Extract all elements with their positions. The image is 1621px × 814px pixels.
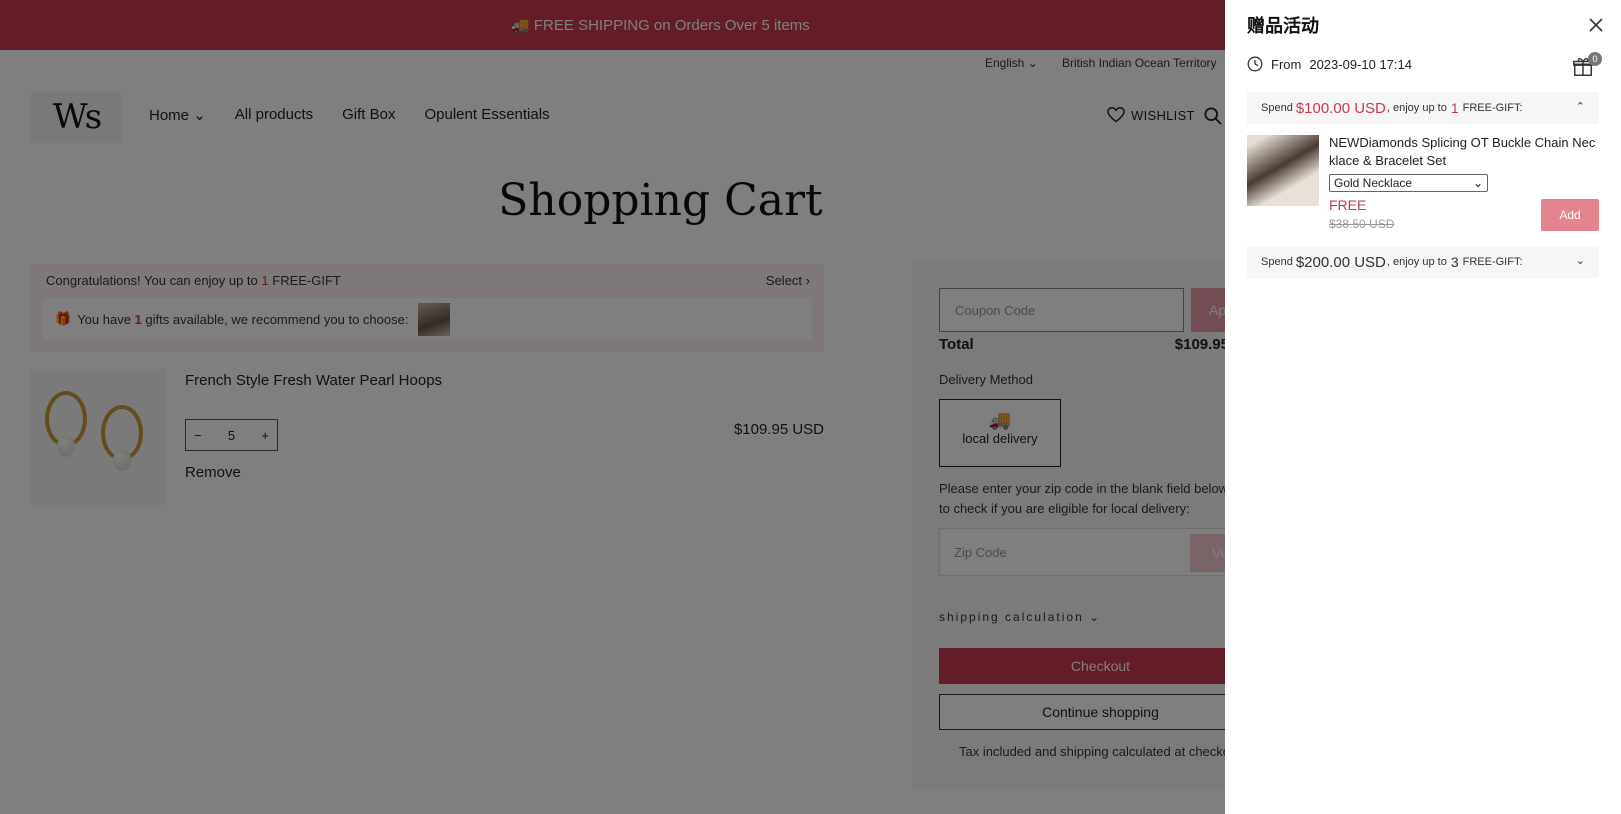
tier-amount: $200.00 USD xyxy=(1295,253,1386,271)
tier-amount: $100.00 USD xyxy=(1295,99,1386,117)
promo-date: 2023-09-10 17:14 xyxy=(1309,56,1412,72)
gift-tier-1[interactable]: Spend $100.00 USD , enjoy up to 1 FREE-G… xyxy=(1247,92,1599,124)
tier-gift-count: 1 xyxy=(1450,100,1459,116)
clock-icon xyxy=(1247,56,1263,72)
gift-tier-2[interactable]: Spend $200.00 USD , enjoy up to 3 FREE-G… xyxy=(1247,246,1599,278)
tier-gift-count: 3 xyxy=(1450,254,1459,270)
gift-free-label: FREE xyxy=(1329,197,1367,213)
close-icon[interactable] xyxy=(1587,16,1605,34)
gift-box-button[interactable]: 0 xyxy=(1572,52,1602,83)
chevron-down-icon: ⌄ xyxy=(1472,176,1483,190)
add-gift-button[interactable]: Add xyxy=(1541,199,1599,231)
promo-period: From 2023-09-10 17:14 xyxy=(1247,56,1412,72)
chevron-down-icon: ⌄ xyxy=(1575,255,1585,267)
gift-product-name: NEWDiamonds Splicing OT Buckle Chain Nec… xyxy=(1329,135,1596,168)
gift-drawer: 赠品活动 From 2023-09-10 17:14 0 Spend $100.… xyxy=(1225,0,1621,814)
gift-variant-select[interactable]: Gold Necklace ⌄ xyxy=(1329,174,1488,192)
gift-product-image xyxy=(1247,135,1319,206)
chevron-up-icon: ⌃ xyxy=(1575,101,1585,113)
drawer-title: 赠品活动 xyxy=(1247,16,1319,36)
gift-count-badge: 0 xyxy=(1588,52,1602,66)
gift-original-price: $38.50 USD xyxy=(1329,217,1395,231)
